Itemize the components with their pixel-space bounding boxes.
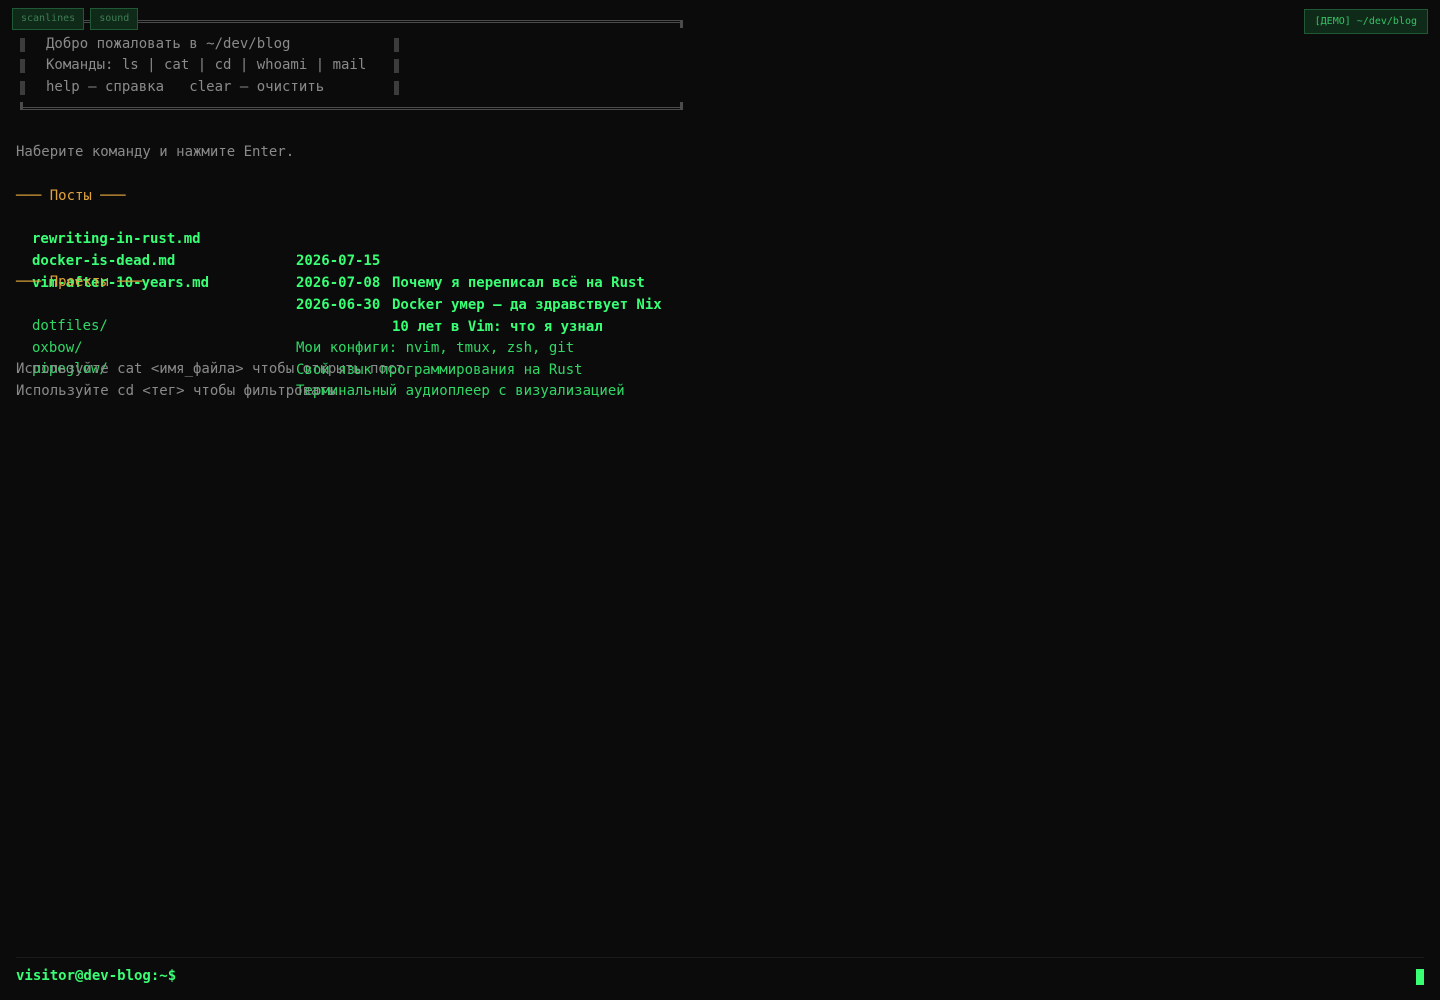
post-title: 10 лет в Vim: что я узнал bbox=[392, 319, 603, 335]
banner-right-border bbox=[394, 38, 399, 52]
post-row[interactable]: docker-is-dead.md 2026-07-08 Docker умер… bbox=[32, 228, 662, 313]
demo-path-badge: [ДЕМО] ~/dev/blog bbox=[1303, 9, 1428, 34]
post-title: Docker умер — да здравствует Nix bbox=[392, 297, 662, 313]
sound-toggle-button[interactable]: sound bbox=[90, 8, 139, 30]
welcome-line: Добро пожаловать в ~/dev/blog bbox=[46, 36, 291, 52]
project-description: Мои конфиги: nvim, tmux, zsh, git bbox=[296, 340, 575, 356]
banner-left-border bbox=[20, 81, 25, 95]
scanlines-toggle-button[interactable]: scanlines bbox=[12, 8, 85, 30]
post-filename[interactable]: rewriting-in-rust.md bbox=[32, 228, 201, 250]
toggle-bar: scanlines sound bbox=[12, 8, 139, 30]
banner-left-border bbox=[20, 38, 25, 52]
terminal-cursor bbox=[1416, 969, 1424, 985]
post-date: 2026-07-15 bbox=[296, 253, 381, 269]
post-date: 2026-06-30 bbox=[296, 297, 381, 313]
post-row[interactable]: rewriting-in-rust.md 2026-07-15 Почему я… bbox=[32, 206, 645, 291]
commands-line: Команды: ls | cat | cd | whoami | mail bbox=[46, 57, 367, 73]
shell-prompt: visitor@dev-blog:~$ bbox=[16, 968, 177, 984]
post-title: Почему я переписал всё на Rust bbox=[392, 275, 645, 291]
project-description: Терминальный аудиоплеер с визуализацией bbox=[296, 383, 625, 399]
help-line: help — справка clear — очистить bbox=[46, 79, 325, 95]
banner-right-border bbox=[394, 59, 399, 73]
banner-right-border bbox=[394, 81, 399, 95]
banner-bottom-border bbox=[20, 107, 683, 110]
post-filename[interactable]: docker-is-dead.md bbox=[32, 250, 175, 272]
cd-usage-note: Используйте cd <тег> чтобы фильтровать. bbox=[16, 383, 345, 399]
banner-corner bbox=[680, 102, 683, 109]
command-input[interactable] bbox=[180, 965, 1400, 987]
post-date: 2026-07-08 bbox=[296, 275, 381, 291]
projects-section-header: ─── Проекты ─── bbox=[16, 274, 143, 290]
prompt-divider bbox=[16, 957, 1424, 958]
banner-left-border bbox=[20, 59, 25, 73]
project-row[interactable]: pipeglow/ Терминальный аудиоплеер с визу… bbox=[32, 336, 625, 399]
project-row[interactable]: dotfiles/ Мои конфиги: nvim, tmux, zsh, … bbox=[32, 293, 574, 356]
banner-corner bbox=[20, 102, 23, 109]
cat-usage-note: Используйте cat <имя_файла> чтобы открыт… bbox=[16, 361, 413, 377]
project-row[interactable]: oxbow/ Свой язык программирования на Rus… bbox=[32, 315, 583, 378]
banner-corner bbox=[680, 21, 683, 28]
posts-section-header: ─── Посты ─── bbox=[16, 188, 126, 204]
post-row[interactable]: vim-after-10-years.md 2026-06-30 10 лет … bbox=[32, 250, 603, 335]
enter-command-hint: Наберите команду и нажмите Enter. bbox=[16, 144, 295, 160]
welcome-banner: Добро пожаловать в ~/dev/blog Команды: l… bbox=[20, 20, 683, 111]
